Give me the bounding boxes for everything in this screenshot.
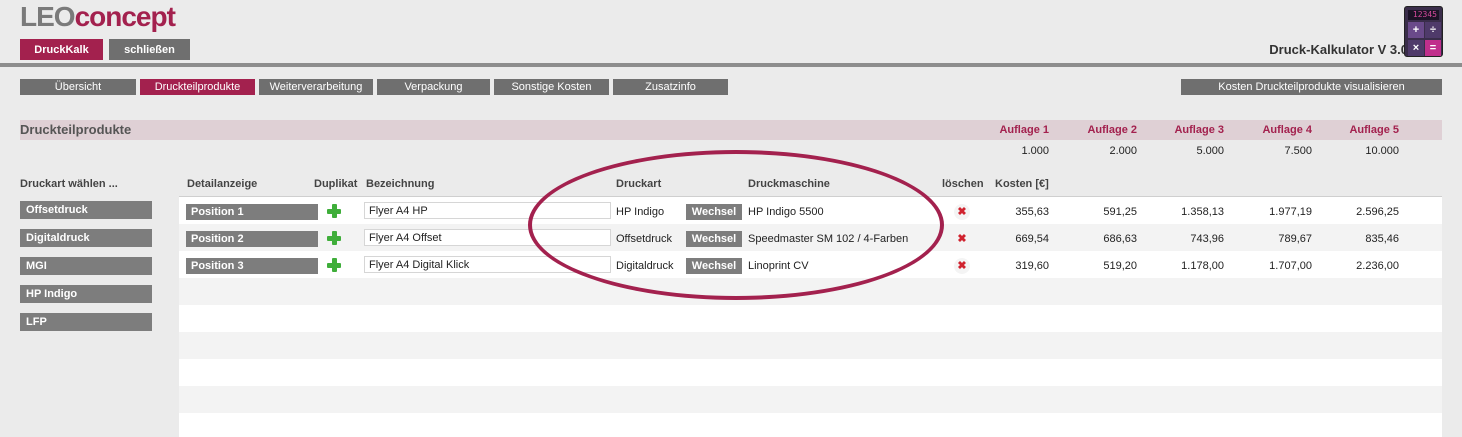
table-row-bg xyxy=(179,278,1442,305)
cost-cell: 835,46 xyxy=(1365,233,1399,245)
table-row-bg xyxy=(179,359,1442,386)
cost-cell: 1.178,00 xyxy=(1181,260,1224,272)
druckart-select-heading: Druckart wählen ... xyxy=(20,178,118,190)
table-header-divider xyxy=(179,196,1442,197)
cost-cell: 669,54 xyxy=(1015,233,1049,245)
auflage-1-value: 1.000 xyxy=(1021,145,1049,157)
tab-verpackung[interactable]: Verpackung xyxy=(377,79,490,95)
logo-part-concept: concept xyxy=(74,1,176,32)
auflage-3-label: Auflage 3 xyxy=(1174,124,1224,136)
duplicate-plus-icon[interactable] xyxy=(326,257,342,273)
app-title: Druck-Kalkulator V 3.0 xyxy=(1269,42,1408,57)
auflage-2-value: 2.000 xyxy=(1109,145,1137,157)
col-header-loeschen: löschen xyxy=(942,178,984,190)
cost-cell: 789,67 xyxy=(1278,233,1312,245)
wechsel-button[interactable]: Wechsel xyxy=(686,204,742,220)
druckkalk-button[interactable]: DruckKalk xyxy=(20,39,103,60)
druckart-hp-indigo-button[interactable]: HP Indigo xyxy=(20,285,152,303)
cost-cell: 319,60 xyxy=(1015,260,1049,272)
auflage-5-value: 10.000 xyxy=(1365,145,1399,157)
delete-x-icon[interactable]: ✖ xyxy=(954,231,970,247)
druckart-mgi-button[interactable]: MGI xyxy=(20,257,152,275)
calculator-display: 12345 xyxy=(1408,10,1439,20)
col-header-detail: Detailanzeige xyxy=(187,178,258,190)
wechsel-button[interactable]: Wechsel xyxy=(686,258,742,274)
cost-cell: 2.596,25 xyxy=(1356,206,1399,218)
header-divider xyxy=(0,63,1462,67)
cost-cell: 686,63 xyxy=(1103,233,1137,245)
tab-sonstige-kosten[interactable]: Sonstige Kosten xyxy=(494,79,609,95)
auflage-4-label: Auflage 4 xyxy=(1262,124,1312,136)
leoconcept-logo: LEOconcept xyxy=(20,1,176,32)
auflage-5-label: Auflage 5 xyxy=(1349,124,1399,136)
cost-cell: 1.707,00 xyxy=(1269,260,1312,272)
auflage-4-value: 7.500 xyxy=(1284,145,1312,157)
col-header-druckmaschine: Druckmaschine xyxy=(748,178,830,190)
cost-cell: 1.977,19 xyxy=(1269,206,1312,218)
druckmaschine-cell: HP Indigo 5500 xyxy=(748,206,824,218)
col-header-bezeichnung: Bezeichnung xyxy=(366,178,435,190)
equals-key-icon: = xyxy=(1425,40,1441,56)
divide-key-icon: ÷ xyxy=(1425,22,1441,38)
cost-cell: 743,96 xyxy=(1190,233,1224,245)
logo-part-leo: LEO xyxy=(20,1,76,32)
druckart-cell: Digitaldruck xyxy=(616,260,674,272)
druckmaschine-cell: Speedmaster SM 102 / 4-Farben xyxy=(748,233,909,245)
druckart-offsetdruck-button[interactable]: Offsetdruck xyxy=(20,201,152,219)
multiply-key-icon: × xyxy=(1408,40,1424,56)
druckart-cell: Offsetdruck xyxy=(616,233,673,245)
wechsel-button[interactable]: Wechsel xyxy=(686,231,742,247)
position-3-button[interactable]: Position 3 xyxy=(186,258,318,274)
bezeichnung-input[interactable]: Flyer A4 Offset xyxy=(364,229,611,246)
table-row-bg xyxy=(179,413,1442,437)
section-header-bar xyxy=(20,120,1442,140)
tab-weiterverarbeitung[interactable]: Weiterverarbeitung xyxy=(259,79,373,95)
druckart-digitaldruck-button[interactable]: Digitaldruck xyxy=(20,229,152,247)
visualize-costs-button[interactable]: Kosten Druckteilprodukte visualisieren xyxy=(1181,79,1442,95)
duplicate-plus-icon[interactable] xyxy=(326,230,342,246)
druckart-cell: HP Indigo xyxy=(616,206,665,218)
section-title: Druckteilprodukte xyxy=(20,122,132,137)
delete-x-icon[interactable]: ✖ xyxy=(954,204,970,220)
bezeichnung-input[interactable]: Flyer A4 HP xyxy=(364,202,611,219)
col-header-druckart: Druckart xyxy=(616,178,662,190)
cost-cell: 519,20 xyxy=(1103,260,1137,272)
tab-uebersicht[interactable]: Übersicht xyxy=(20,79,136,95)
table-row-bg xyxy=(179,305,1442,332)
calculator-icon[interactable]: 12345 + ÷ × = xyxy=(1404,6,1443,57)
auflage-2-label: Auflage 2 xyxy=(1087,124,1137,136)
col-header-duplikat: Duplikat xyxy=(314,178,358,190)
bezeichnung-input[interactable]: Flyer A4 Digital Klick xyxy=(364,256,611,273)
tab-druckteilprodukte[interactable]: Druckteilprodukte xyxy=(140,79,255,95)
col-header-kosten: Kosten [€] xyxy=(995,178,1049,190)
table-row-bg xyxy=(179,386,1442,413)
cost-cell: 355,63 xyxy=(1015,206,1049,218)
position-2-button[interactable]: Position 2 xyxy=(186,231,318,247)
duplicate-plus-icon[interactable] xyxy=(326,203,342,219)
cost-cell: 2.236,00 xyxy=(1356,260,1399,272)
plus-key-icon: + xyxy=(1408,22,1424,38)
delete-x-icon[interactable]: ✖ xyxy=(954,258,970,274)
auflage-3-value: 5.000 xyxy=(1196,145,1224,157)
auflage-1-label: Auflage 1 xyxy=(999,124,1049,136)
tab-zusatzinfo[interactable]: Zusatzinfo xyxy=(613,79,728,95)
close-button[interactable]: schließen xyxy=(109,39,190,60)
cost-cell: 591,25 xyxy=(1103,206,1137,218)
druckart-lfp-button[interactable]: LFP xyxy=(20,313,152,331)
druckmaschine-cell: Linoprint CV xyxy=(748,260,809,272)
position-1-button[interactable]: Position 1 xyxy=(186,204,318,220)
cost-cell: 1.358,13 xyxy=(1181,206,1224,218)
table-row-bg xyxy=(179,332,1442,359)
